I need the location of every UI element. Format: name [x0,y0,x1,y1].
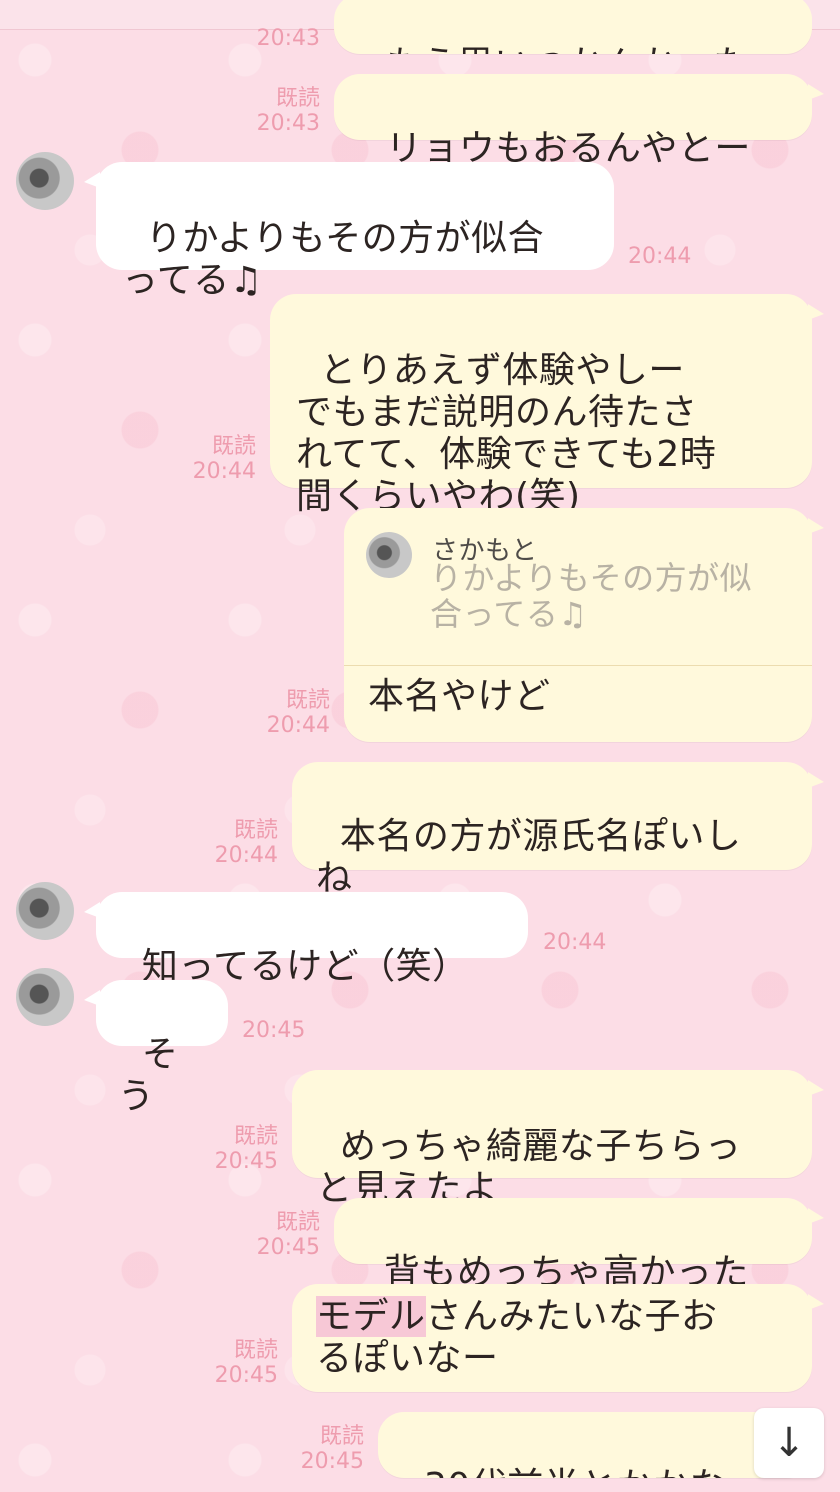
message-meta: 既読 20:44 [166,434,256,484]
read-receipt: 既読 [233,818,278,843]
message-meta: 20:44 [628,244,708,269]
message-text: もう思いつかんかった [386,44,750,54]
message-bubble-outgoing[interactable]: めっちゃ綺麗な子ちらっ と見えたよ [292,1070,824,1209]
message-time: 20:43 [256,111,320,136]
message-text: 30代前半とかかなー [424,1466,763,1478]
message-meta: 20:44 [543,930,623,955]
message-bubble-reply[interactable]: さかもと りかよりもその方が似 合ってる♫ 本名やけど [344,508,824,742]
contact-avatar[interactable] [16,882,74,940]
message-time: 20:44 [543,930,607,955]
read-receipt: 既読 [211,434,256,459]
message-time: 20:44 [192,459,256,484]
message-bubble-outgoing[interactable]: 本名の方が源氏名ぽいし ね [292,762,824,899]
message-time: 20:45 [256,1235,320,1260]
message-text: 本名の方が源氏名ぽいし ね [316,816,742,899]
message-bubble-outgoing[interactable]: リョウもおるんやとー [334,74,824,169]
contact-avatar[interactable] [16,152,74,210]
highlighted-keyword[interactable]: モデル [316,1296,426,1337]
message-time: 20:43 [256,26,320,51]
message-bubble-incoming[interactable]: そう [84,980,228,1117]
message-meta: 20:45 [242,1018,322,1043]
contact-avatar[interactable] [16,968,74,1026]
message-time: 20:45 [300,1449,364,1474]
message-text: そう [118,1034,179,1117]
scroll-to-bottom-button[interactable]: ↓ [754,1408,824,1478]
read-receipt: 既読 [275,86,320,111]
read-receipt: 既読 [285,688,330,713]
message-time: 20:44 [214,843,278,868]
message-text: めっちゃ綺麗な子ちらっ と見えたよ [316,1126,742,1209]
message-meta: 既読 20:45 [188,1338,278,1388]
message-bubble-outgoing[interactable]: モデルさんみたいな子お るぽいなー [292,1284,824,1392]
message-meta: 既読 20:43 [230,86,320,136]
message-text: とりあえず体験やしー でもまだ説明のん待たさ れてて、体験できても2時 間くらい… [296,350,717,517]
message-bubble-incoming[interactable]: 知ってるけど（笑） [84,892,528,987]
message-bubble-incoming[interactable]: りかよりもその方が似合 ってる♫ [84,162,614,301]
reply-quote[interactable]: さかもと りかよりもその方が似 合ってる♫ [344,508,812,666]
message-meta: 既読 20:45 [274,1424,364,1474]
message-meta: 20:43 [230,26,320,51]
reply-avatar [366,532,412,578]
message-time: 20:44 [628,244,692,269]
message-meta: 既読 20:45 [230,1210,320,1260]
message-time: 20:45 [242,1018,306,1043]
message-text: りかよりもその方が似合 ってる♫ [122,218,545,301]
message-meta: 既読 20:45 [188,1124,278,1174]
message-time: 20:45 [214,1149,278,1174]
message-meta: 既読 20:44 [188,818,278,868]
message-bubble-outgoing[interactable]: 背もめっちゃ高かった [334,1198,824,1293]
read-receipt: 既読 [233,1124,278,1149]
message-meta: 既読 20:44 [240,688,330,738]
reply-quoted-text: りかよりもその方が似 合ってる♫ [430,559,753,633]
read-receipt: 既読 [233,1338,278,1363]
message-bubble-outgoing[interactable]: とりあえず体験やしー でもまだ説明のん待たさ れてて、体験できても2時 間くらい… [270,294,824,517]
message-time: 20:44 [266,713,330,738]
message-time: 20:45 [214,1363,278,1388]
arrow-down-icon: ↓ [772,1420,806,1466]
message-bubble-outgoing[interactable]: もう思いつかんかった [334,0,812,54]
read-receipt: 既読 [275,1210,320,1235]
message-text: 本名やけど [368,676,551,717]
read-receipt: 既読 [319,1424,364,1449]
message-bubble-outgoing[interactable]: 30代前半とかかなー [378,1412,812,1478]
